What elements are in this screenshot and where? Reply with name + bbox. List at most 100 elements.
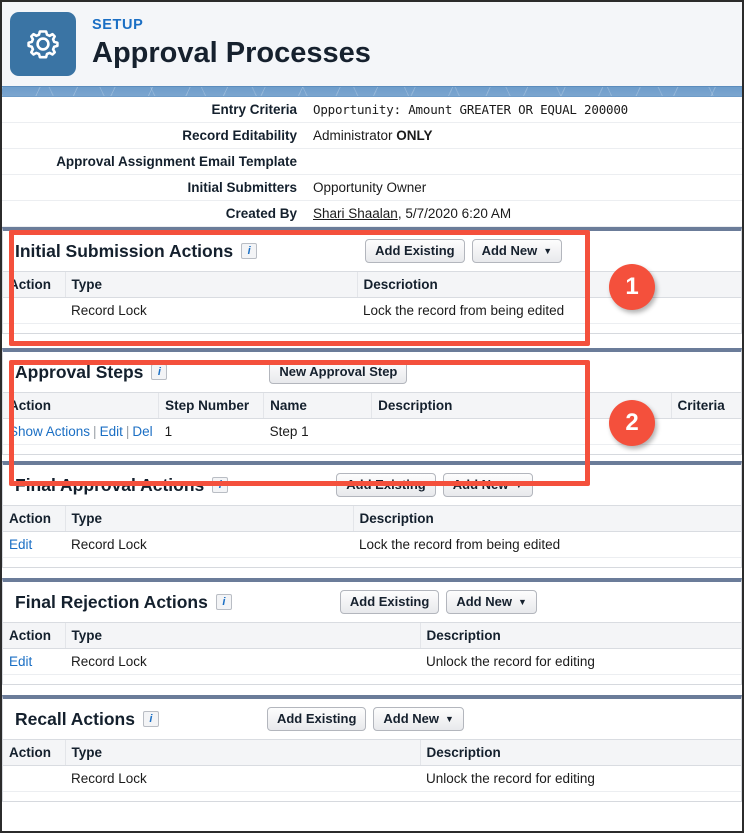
- panel-footer: [3, 445, 741, 454]
- column-header: Description: [419, 622, 741, 649]
- column-header: Type: [64, 622, 420, 649]
- chevron-down-icon: ▼: [514, 479, 524, 490]
- page-title: Approval Processes: [92, 36, 371, 69]
- detail-label: Created By: [225, 206, 297, 221]
- column-header: Description: [419, 739, 741, 766]
- panel-title: Recall Actions: [15, 708, 135, 729]
- button-label: Add Existing: [375, 242, 455, 258]
- chevron-down-icon: ▼: [543, 245, 553, 256]
- chevron-down-icon: ▼: [517, 596, 527, 607]
- add-existing-button[interactable]: Add Existing: [365, 238, 465, 264]
- edit-link[interactable]: Edit: [100, 424, 123, 439]
- panel-title: Approval Steps: [15, 361, 144, 382]
- detail-value: Opportunity Owner: [307, 180, 426, 195]
- add-new-button[interactable]: Add New ▼: [373, 706, 464, 732]
- created-by-user-link[interactable]: Shari Shaalan: [313, 206, 398, 221]
- new-approval-step-button[interactable]: New Approval Step: [269, 359, 408, 385]
- row-criteria-cell: [671, 418, 741, 445]
- add-existing-button[interactable]: Add Existing: [339, 589, 440, 615]
- column-header: Criteria: [670, 392, 741, 419]
- header-text-block: SETUP Approval Processes: [92, 16, 371, 70]
- column-header: Action: [3, 505, 65, 532]
- panel-title: Final Approval Actions: [15, 474, 205, 495]
- link-separator: |: [125, 424, 130, 439]
- show-actions-link[interactable]: Show Actions: [9, 424, 90, 439]
- row-type-cell: Record Lock: [65, 297, 357, 324]
- annotation-badge-2: 2: [609, 400, 655, 446]
- panel-buttons: Add Existing Add New ▼: [266, 706, 464, 732]
- add-new-button[interactable]: Add New ▼: [442, 472, 534, 498]
- setup-eyebrow: SETUP: [92, 16, 144, 33]
- info-icon[interactable]: i: [241, 243, 258, 259]
- detail-label: Approval Assignment Email Template: [56, 154, 297, 169]
- button-label: Add New: [456, 593, 512, 609]
- column-header: Description: [352, 505, 741, 532]
- button-label: Add New: [481, 242, 538, 258]
- info-icon[interactable]: i: [151, 364, 168, 380]
- panel-header: Approval Steps i New Approval Step: [3, 352, 741, 392]
- panel-footer: [3, 675, 741, 684]
- panel-title: Initial Submission Actions: [15, 240, 234, 261]
- row-action-cell: Show Actions | Edit | Del: [3, 418, 159, 445]
- add-new-button[interactable]: Add New ▼: [446, 589, 537, 615]
- column-header: Action: [3, 622, 65, 649]
- column-header: Step Number: [158, 392, 264, 419]
- table-header-row: Action Type Description: [3, 622, 741, 649]
- button-label: Add New: [452, 476, 509, 492]
- del-link[interactable]: Del: [132, 424, 152, 439]
- column-header: Name: [263, 392, 372, 419]
- table-row: Edit Record Lock Unlock the record for edi…: [3, 648, 741, 675]
- button-label: New Approval Step: [279, 363, 398, 379]
- panel-buttons: Add Existing Add New ▼: [336, 472, 534, 498]
- row-action-cell: Edit: [3, 648, 65, 675]
- edit-link[interactable]: Edit: [9, 537, 32, 552]
- related-lists: Initial Submission Actions i Add Existing A…: [2, 227, 742, 802]
- button-label: Add Existing: [349, 593, 430, 609]
- row-action-cell: [3, 765, 65, 792]
- chevron-down-icon: ▼: [445, 713, 454, 724]
- panel-buttons: Add Existing Add New ▼: [365, 238, 563, 264]
- detail-label: Initial Submitters: [187, 180, 297, 195]
- created-by-timestamp: , 5/7/2020 6:20 AM: [397, 206, 512, 221]
- table-row: Record Lock Unlock the record for editing: [3, 765, 741, 792]
- row-step-number-cell: 1: [158, 418, 264, 445]
- related-list-panel: Final Approval Actions i Add Existing Add N…: [2, 461, 742, 568]
- panel-buttons: Add Existing Add New ▼: [339, 589, 537, 615]
- add-existing-button[interactable]: Add Existing: [336, 472, 436, 498]
- button-label: Add New: [383, 710, 440, 726]
- row-type-cell: Record Lock: [65, 765, 420, 792]
- column-header: Type: [64, 739, 420, 766]
- link-separator: |: [93, 424, 97, 439]
- detail-row: Approval Assignment Email Template: [2, 149, 742, 175]
- detail-value-prefix: Administrator: [313, 128, 397, 143]
- detail-row: Created By Shari Shaalan, 5/7/2020 6:20 A…: [2, 201, 742, 227]
- related-list-panel: Recall Actions i Add Existing Add New ▼ Actio…: [2, 695, 742, 802]
- related-list-table: Action Type Description Edit Record Lock Lock…: [3, 505, 741, 558]
- process-detail-rows: Entry Criteria Opportunity: Amount GREATE…: [2, 97, 742, 227]
- detail-row: Initial Submitters Opportunity Owner: [2, 175, 742, 201]
- table-header-row: Action Type Description: [3, 505, 741, 532]
- button-label: Add Existing: [276, 710, 357, 726]
- table-row: Edit Record Lock Lock the record from bein…: [3, 531, 741, 558]
- detail-value-text: Opportunity Owner: [313, 180, 427, 195]
- panel-footer: [3, 324, 741, 333]
- row-description-cell: Lock the record from being edited: [357, 297, 741, 324]
- add-new-button[interactable]: Add New ▼: [471, 238, 563, 264]
- add-existing-button[interactable]: Add Existing: [266, 706, 367, 732]
- column-header: Action: [3, 392, 159, 419]
- detail-row: Entry Criteria Opportunity: Amount GREATE…: [2, 97, 742, 123]
- row-name-cell: Step 1: [263, 418, 372, 445]
- related-list-table: Action Type Description Edit Record Lock Unlo…: [3, 622, 741, 675]
- row-action-cell: [3, 297, 65, 324]
- info-icon[interactable]: i: [215, 594, 232, 610]
- decorative-banner: [2, 86, 742, 97]
- detail-value: Shari Shaalan, 5/7/2020 6:20 AM: [307, 206, 511, 221]
- panel-spacer: [2, 334, 742, 348]
- panel-header: Final Approval Actions i Add Existing Add N…: [3, 465, 741, 505]
- column-header: Action: [3, 739, 65, 766]
- info-icon[interactable]: i: [142, 711, 159, 727]
- row-type-cell: Record Lock: [65, 648, 420, 675]
- info-icon[interactable]: i: [212, 477, 229, 493]
- edit-link[interactable]: Edit: [9, 654, 32, 669]
- column-header: Type: [64, 271, 357, 298]
